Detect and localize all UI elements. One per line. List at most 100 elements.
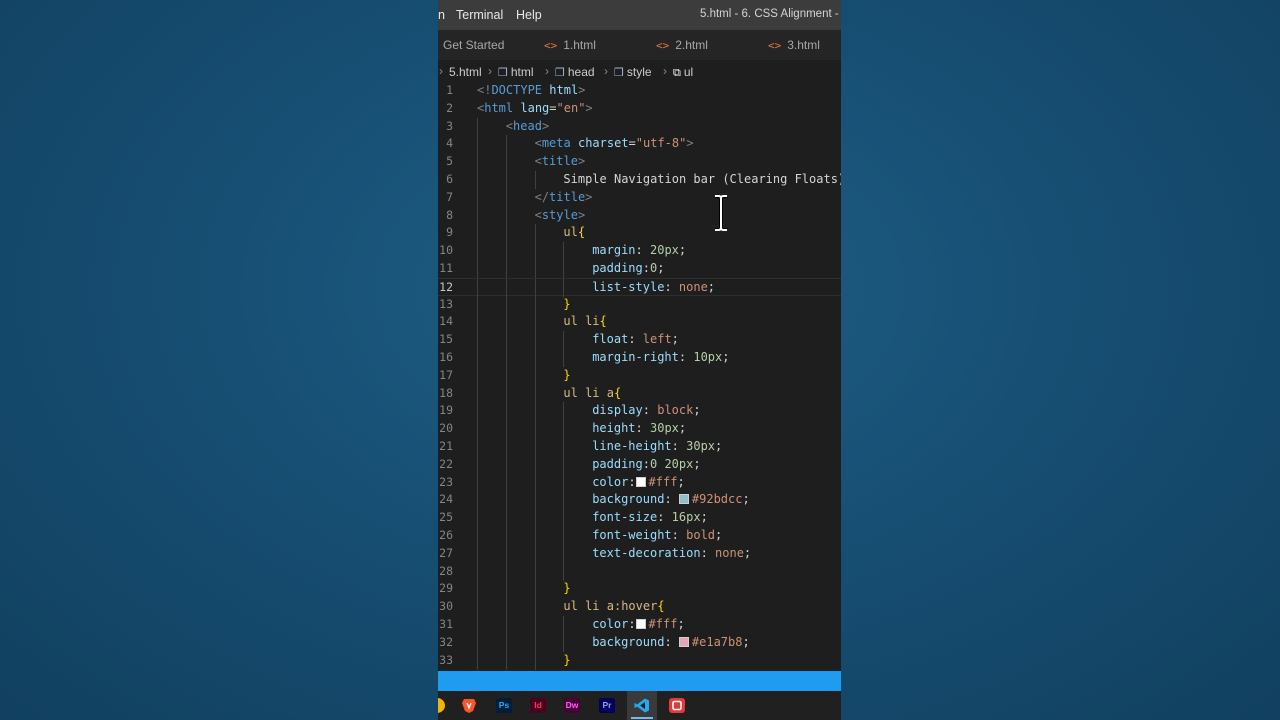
indent-guide	[534, 295, 536, 314]
code-text: <style>	[535, 207, 586, 225]
code-token: 20px	[650, 243, 679, 258]
code-line[interactable]: 27 text-decoration: none;	[438, 544, 841, 563]
indent-guide	[563, 544, 565, 563]
line-number: 21	[439, 439, 453, 453]
code-token: ul	[563, 225, 578, 240]
code-line[interactable]: 14 ul li{	[438, 313, 841, 332]
code-line[interactable]: 6 Simple Navigation bar (Clearing Floats)	[438, 171, 841, 189]
menu-help[interactable]: Help	[516, 8, 542, 22]
code-line[interactable]: 2 <html lang="en">	[438, 100, 841, 118]
color-swatch[interactable]	[635, 476, 646, 487]
code-line[interactable]: 25 font-size: 16px;	[438, 509, 841, 528]
photoshop-icon[interactable]: Ps	[496, 698, 512, 713]
code-token: :	[642, 456, 650, 471]
indesign-icon[interactable]: Id	[530, 698, 546, 713]
code-token: :	[657, 510, 672, 525]
indent-guide	[505, 420, 507, 439]
indent-guide	[505, 242, 507, 261]
app-label: Dw	[565, 700, 579, 710]
indent-guide	[505, 544, 507, 563]
code-token: 0 20px	[650, 456, 694, 471]
code-line[interactable]: 11 padding:0;	[438, 260, 841, 278]
code-line[interactable]: 13}	[438, 295, 841, 314]
dreamweaver-icon[interactable]: Dw	[564, 698, 580, 713]
code-line[interactable]: 1 <!DOCTYPE html>	[438, 82, 841, 100]
code-line[interactable]: 16 margin-right: 10px;	[438, 349, 841, 367]
code-token: ;	[677, 617, 685, 631]
code-line[interactable]: 5 <title>	[438, 153, 841, 172]
code-line[interactable]: 33}	[438, 651, 841, 670]
code-token: font-weight	[592, 528, 672, 542]
line-number: 31	[439, 617, 453, 631]
code-line[interactable]: 32 background: #e1a7b8;	[438, 633, 841, 652]
code-line[interactable]: 28	[438, 562, 841, 581]
code-token: :	[628, 332, 643, 347]
chrome-icon[interactable]	[438, 698, 445, 713]
code-text: font-size: 16px;	[592, 509, 708, 527]
code-token: >	[585, 189, 593, 204]
code-line[interactable]: 17}	[438, 366, 841, 385]
code-line[interactable]: 23 color: #fff;	[438, 473, 841, 492]
code-token: >	[577, 154, 586, 169]
code-line[interactable]: 10 margin: 20px;	[438, 242, 841, 261]
indent-guide	[563, 438, 565, 456]
line-number: 26	[439, 528, 453, 542]
code-text: ul li{	[563, 313, 606, 331]
brave-icon[interactable]	[461, 698, 477, 713]
tab-2-html[interactable]: <> 2.html	[656, 30, 708, 60]
code-line[interactable]: 21 line-height: 30px;	[438, 438, 841, 456]
code-line[interactable]: 8 <style>	[438, 206, 841, 225]
code-line[interactable]: 20 height: 30px;	[438, 420, 841, 439]
code-line[interactable]: 3 <head>	[438, 117, 841, 136]
code-line[interactable]: 30 ul li a:hover{	[438, 598, 841, 617]
red-app-icon[interactable]	[669, 698, 685, 713]
code-token: >	[541, 118, 550, 133]
code-token: >	[578, 83, 586, 97]
color-swatch[interactable]	[678, 636, 689, 647]
code-token: display	[592, 403, 643, 418]
code-token: float	[592, 332, 629, 347]
code-line[interactable]: 18 ul li a{	[438, 384, 841, 403]
code-line[interactable]: 29}	[438, 580, 841, 599]
code-line[interactable]: 19 display: block;	[438, 402, 841, 421]
code-line[interactable]: 4 <meta charset="utf-8">	[438, 135, 841, 154]
code-token: ;	[677, 474, 685, 489]
indent-guide	[477, 242, 478, 261]
code-token: color	[592, 617, 629, 631]
color-swatch[interactable]	[635, 619, 646, 629]
breadcrumb-file[interactable]: 5.html	[449, 65, 482, 79]
tab-3-html[interactable]: <> 3.html	[768, 30, 820, 60]
line-number: 13	[439, 296, 453, 311]
code-token: ul li	[563, 314, 600, 329]
tab-1-html[interactable]: <> 1.html	[544, 30, 596, 60]
code-line[interactable]: 26 font-weight: bold;	[438, 527, 841, 545]
breadcrumb-html[interactable]: ❒ html	[498, 65, 534, 79]
code-token: ;	[693, 456, 701, 471]
code-editor[interactable]: 1 <!DOCTYPE html> 2 <html lang="en"> 3 <head>…	[438, 82, 841, 671]
indent-guide	[505, 295, 507, 314]
vscode-icon[interactable]	[634, 698, 650, 713]
indent-guide	[505, 491, 507, 510]
color-swatch[interactable]	[678, 494, 689, 505]
menu-selection[interactable]: n	[438, 8, 445, 22]
breadcrumb-head[interactable]: ❒ head	[555, 65, 595, 79]
code-token: ;	[657, 261, 665, 275]
tab-get-started[interactable]: Get Started	[443, 30, 504, 60]
code-token: :	[642, 403, 658, 418]
code-line[interactable]: 9 ul{	[438, 224, 841, 243]
line-number: 17	[439, 367, 453, 382]
code-line[interactable]: 22 padding:0 20px;	[438, 455, 841, 474]
premiere-icon[interactable]: Pr	[599, 698, 615, 713]
menu-terminal[interactable]: Terminal	[456, 8, 503, 22]
cube-icon: ❒	[498, 67, 508, 79]
breadcrumb-ul[interactable]: ⧉ ul	[673, 65, 693, 80]
code-token: ;	[743, 545, 752, 560]
code-line[interactable]: 24 background: #92bdcc;	[438, 491, 841, 510]
breadcrumb-style[interactable]: ❒ style	[614, 65, 652, 79]
code-line[interactable]: 15 float: left;	[438, 331, 841, 350]
code-line[interactable]: 31 color: #fff;	[438, 616, 841, 634]
code-line[interactable]: 12 list-style: none;	[438, 277, 841, 297]
code-token: bold	[686, 528, 716, 542]
code-line[interactable]: 7 </title>	[438, 188, 841, 207]
tab-label: Get Started	[443, 38, 505, 52]
